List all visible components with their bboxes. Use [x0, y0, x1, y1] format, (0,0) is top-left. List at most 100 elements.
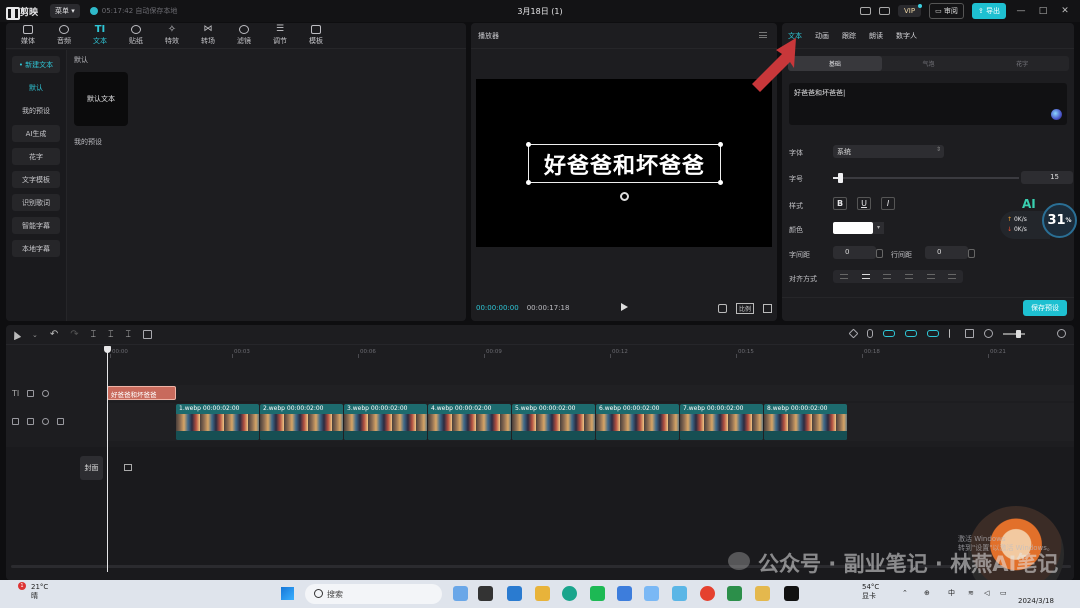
text-input[interactable]: 好爸爸和坏爸爸|	[789, 83, 1067, 125]
subnav-auto-captions[interactable]: 智能字幕	[12, 217, 60, 234]
microphone-icon[interactable]	[867, 329, 873, 338]
shortcut-icon[interactable]	[859, 7, 871, 15]
vscode-icon[interactable]	[507, 586, 522, 601]
chrome-icon[interactable]	[700, 586, 715, 601]
eye-icon[interactable]	[42, 390, 50, 397]
tab-digital-human[interactable]: 数字人	[896, 31, 917, 41]
italic-button[interactable]: I	[881, 197, 895, 210]
linkage-icon[interactable]	[927, 330, 939, 337]
tab-animation[interactable]: 动画	[815, 31, 829, 41]
tool-sticker[interactable]: 贴纸	[118, 23, 154, 48]
app-icon-blue[interactable]	[617, 586, 632, 601]
resize-handle-bl[interactable]	[526, 180, 531, 185]
taskbar-search[interactable]: 搜索	[305, 584, 442, 604]
vip-button[interactable]: VIP	[897, 4, 923, 17]
windows-start-icon[interactable]	[281, 587, 294, 600]
tool-effects[interactable]: ✧ 特效	[154, 23, 190, 48]
size-input[interactable]: 15	[1021, 171, 1073, 184]
language-icon[interactable]: ⊕	[924, 589, 930, 598]
copilot-icon[interactable]	[453, 586, 468, 601]
play-icon[interactable]	[621, 303, 628, 311]
segment-basic[interactable]: 基础	[788, 56, 882, 71]
ime-indicator[interactable]: 中	[948, 589, 955, 598]
ai-speed-widget[interactable]: AI ↑ 0K/s ↓ 0K/s 31%	[1000, 197, 1077, 242]
redo-icon[interactable]: ↷	[70, 329, 78, 340]
subnav-my-presets[interactable]: 我的预设	[12, 102, 60, 119]
cover-button[interactable]: 封面	[80, 456, 103, 480]
tool-template[interactable]: 模板	[298, 23, 334, 48]
subnav-default[interactable]: 默认	[12, 79, 60, 96]
export-button[interactable]: ⇪ 导出	[971, 3, 1006, 19]
weather-widget[interactable]: 21°C 晴	[22, 583, 48, 601]
tab-read-aloud[interactable]: 朗读	[869, 31, 883, 41]
rotate-handle-icon[interactable]	[620, 192, 629, 201]
fullscreen-icon[interactable]	[763, 304, 772, 313]
color-swatch[interactable]	[833, 222, 873, 234]
layout-icon[interactable]	[878, 7, 890, 15]
app-icon-cloud[interactable]	[644, 586, 659, 601]
subnav-fancy-text[interactable]: 花字	[12, 148, 60, 165]
maximize-button[interactable]: □	[1036, 6, 1050, 16]
text-clip[interactable]: 好爸爸和坏爸爸	[107, 386, 176, 400]
size-slider-handle[interactable]	[838, 173, 844, 183]
delete-icon[interactable]	[142, 330, 152, 339]
folder-icon[interactable]	[755, 586, 770, 601]
tool-adjust[interactable]: ☰ 调节	[262, 23, 298, 48]
tool-media[interactable]: 媒体	[10, 23, 46, 48]
default-text-card[interactable]: 默认文本	[74, 72, 128, 126]
video-clip[interactable]: 4.webp 00:00:02:00	[428, 404, 511, 440]
resize-handle-tl[interactable]	[526, 142, 531, 147]
subnav-ai-generate[interactable]: AI生成	[12, 125, 60, 142]
tool-text[interactable]: TI 文本	[82, 23, 118, 48]
video-clip[interactable]: 5.webp 00:00:02:00	[512, 404, 595, 440]
zoom-in-icon[interactable]	[1057, 329, 1066, 338]
delete-left-icon[interactable]: ⌶	[108, 330, 113, 340]
align-center-icon[interactable]	[855, 270, 877, 283]
save-preset-button[interactable]: 保存预设	[1023, 300, 1067, 316]
app-icon-dark-green[interactable]	[727, 586, 742, 601]
lock-icon[interactable]	[27, 418, 34, 425]
close-button[interactable]: ✕	[1058, 6, 1072, 16]
video-clip[interactable]: 3.webp 00:00:02:00	[344, 404, 427, 440]
fit-screen-icon[interactable]	[718, 304, 727, 313]
tool-audio[interactable]: 音频	[46, 23, 82, 48]
size-slider[interactable]	[833, 173, 1019, 183]
resize-handle-br[interactable]	[718, 180, 723, 185]
video-clip[interactable]: 2.webp 00:00:02:00	[260, 404, 343, 440]
preview-canvas[interactable]: 好爸爸和坏爸爸	[476, 79, 772, 247]
line-spacing-input[interactable]: 0	[925, 246, 975, 259]
auto-snap-icon[interactable]	[905, 330, 917, 337]
align-vertical-top-icon[interactable]	[898, 270, 920, 283]
segment-fancy[interactable]: 花字	[975, 56, 1069, 71]
align-left-icon[interactable]	[833, 270, 855, 283]
tool-filter[interactable]: 滤镜	[226, 23, 262, 48]
chevron-down-icon[interactable]: ⌄	[32, 331, 38, 339]
resize-handle-tr[interactable]	[718, 142, 723, 147]
capcut-taskbar-icon[interactable]	[784, 586, 799, 601]
chevron-down-icon[interactable]: ▾	[873, 222, 884, 234]
playhead[interactable]	[104, 346, 111, 572]
align-vertical-bottom-icon[interactable]	[941, 270, 963, 283]
speaker-icon[interactable]	[57, 418, 64, 425]
file-explorer-icon[interactable]	[535, 586, 550, 601]
task-view-icon[interactable]	[478, 586, 493, 601]
preview-axis-icon[interactable]	[949, 329, 955, 338]
subnav-new-text[interactable]: • 新建文本	[12, 56, 60, 73]
link-main-track-icon[interactable]	[883, 330, 895, 337]
bold-button[interactable]: B	[833, 197, 847, 210]
subnav-text-template[interactable]: 文字模板	[12, 171, 60, 188]
volume-icon[interactable]: ◁	[984, 589, 989, 598]
review-button[interactable]: ▭ 审阅	[929, 3, 964, 19]
text-overlay-box[interactable]: 好爸爸和坏爸爸	[526, 142, 723, 185]
ai-orb-icon[interactable]	[1051, 109, 1062, 120]
app-icon-green[interactable]	[590, 586, 605, 601]
subnav-recognize-lyrics[interactable]: 识别歌词	[12, 194, 60, 211]
underline-button[interactable]: U	[857, 197, 871, 210]
zoom-slider[interactable]	[1003, 329, 1025, 338]
battery-icon[interactable]: ▭	[1000, 589, 1007, 598]
time-ruler[interactable]: 00:00 00:03 00:06 00:09 00:12 00:15 00:1…	[106, 347, 1074, 359]
clock-date[interactable]: 2024/3/18	[1018, 597, 1054, 606]
menu-button[interactable]: 菜单 ▾	[50, 4, 80, 18]
wifi-icon[interactable]: ≋	[968, 589, 974, 598]
split-icon[interactable]: ⌶	[91, 330, 96, 340]
